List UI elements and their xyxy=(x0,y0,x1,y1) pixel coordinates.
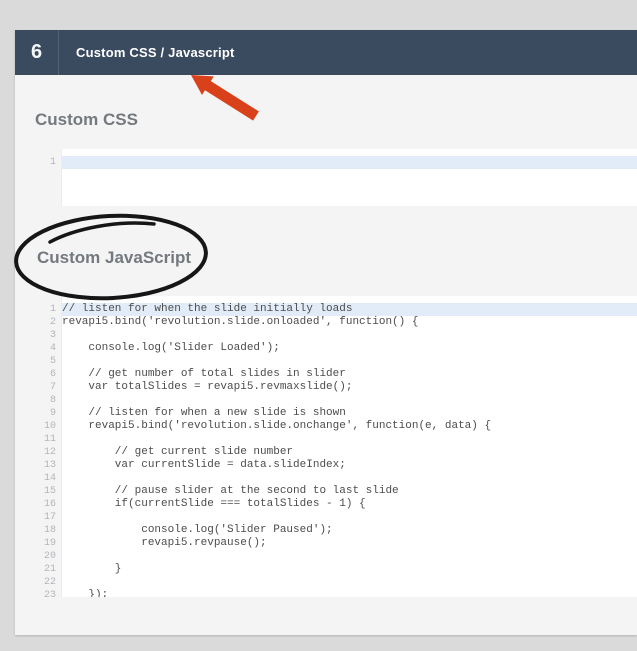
line-number: 19 xyxy=(40,537,56,550)
line-number: 10 xyxy=(40,420,56,433)
line-number: 12 xyxy=(40,446,56,459)
code-line[interactable]: revapi5.bind('revolution.slide.onloaded'… xyxy=(62,316,637,329)
code-line[interactable]: if(currentSlide === totalSlides - 1) { xyxy=(62,498,637,511)
line-number: 9 xyxy=(40,407,56,420)
custom-js-heading: Custom JavaScript xyxy=(37,248,191,268)
code-line[interactable] xyxy=(62,550,637,563)
line-number: 6 xyxy=(40,368,56,381)
line-number: 8 xyxy=(40,394,56,407)
section-title: Custom CSS / Javascript xyxy=(59,30,235,75)
code-line[interactable] xyxy=(62,511,637,524)
code-line[interactable]: // get current slide number xyxy=(62,446,637,459)
line-gutter: 1 xyxy=(40,149,62,206)
code-lines[interactable] xyxy=(62,149,637,206)
code-line[interactable]: // listen for when a new slide is shown xyxy=(62,407,637,420)
line-number: 3 xyxy=(40,329,56,342)
line-number: 18 xyxy=(40,524,56,537)
custom-css-editor[interactable]: 1 xyxy=(40,149,637,206)
code-line[interactable] xyxy=(62,394,637,407)
line-number: 15 xyxy=(40,485,56,498)
code-line[interactable]: revapi5.bind('revolution.slide.onchange'… xyxy=(62,420,637,433)
code-lines[interactable]: // listen for when the slide initially l… xyxy=(62,296,637,597)
code-line[interactable] xyxy=(62,355,637,368)
line-number: 22 xyxy=(40,576,56,589)
line-number: 11 xyxy=(40,433,56,446)
code-line[interactable]: // get number of total slides in slider xyxy=(62,368,637,381)
line-gutter: 1234567891011121314151617181920212223 xyxy=(40,296,62,597)
line-number: 1 xyxy=(40,303,56,316)
code-line[interactable]: var totalSlides = revapi5.revmaxslide(); xyxy=(62,381,637,394)
code-line[interactable]: var currentSlide = data.slideIndex; xyxy=(62,459,637,472)
code-line[interactable] xyxy=(62,156,637,169)
code-line[interactable]: console.log('Slider Loaded'); xyxy=(62,342,637,355)
custom-js-editor[interactable]: 1234567891011121314151617181920212223 //… xyxy=(40,296,637,597)
line-number: 20 xyxy=(40,550,56,563)
line-number: 21 xyxy=(40,563,56,576)
code-line[interactable] xyxy=(62,433,637,446)
line-number: 4 xyxy=(40,342,56,355)
code-line[interactable] xyxy=(62,576,637,589)
custom-css-heading: Custom CSS xyxy=(35,110,138,130)
code-line[interactable]: } xyxy=(62,563,637,576)
section-header[interactable]: 6 Custom CSS / Javascript xyxy=(15,30,637,75)
code-line[interactable] xyxy=(62,472,637,485)
line-number: 16 xyxy=(40,498,56,511)
line-number: 17 xyxy=(40,511,56,524)
line-number: 1 xyxy=(40,156,56,169)
code-line[interactable]: revapi5.revpause(); xyxy=(62,537,637,550)
code-line[interactable]: }); xyxy=(62,589,637,597)
code-line[interactable]: // pause slider at the second to last sl… xyxy=(62,485,637,498)
code-line[interactable] xyxy=(62,329,637,342)
step-number: 6 xyxy=(15,30,59,75)
line-number: 13 xyxy=(40,459,56,472)
line-number: 23 xyxy=(40,589,56,597)
settings-panel: 6 Custom CSS / Javascript Custom CSS 1 C… xyxy=(15,30,637,635)
code-line[interactable]: // listen for when the slide initially l… xyxy=(62,303,637,316)
line-number: 2 xyxy=(40,316,56,329)
line-number: 14 xyxy=(40,472,56,485)
line-number: 7 xyxy=(40,381,56,394)
line-number: 5 xyxy=(40,355,56,368)
code-line[interactable]: console.log('Slider Paused'); xyxy=(62,524,637,537)
